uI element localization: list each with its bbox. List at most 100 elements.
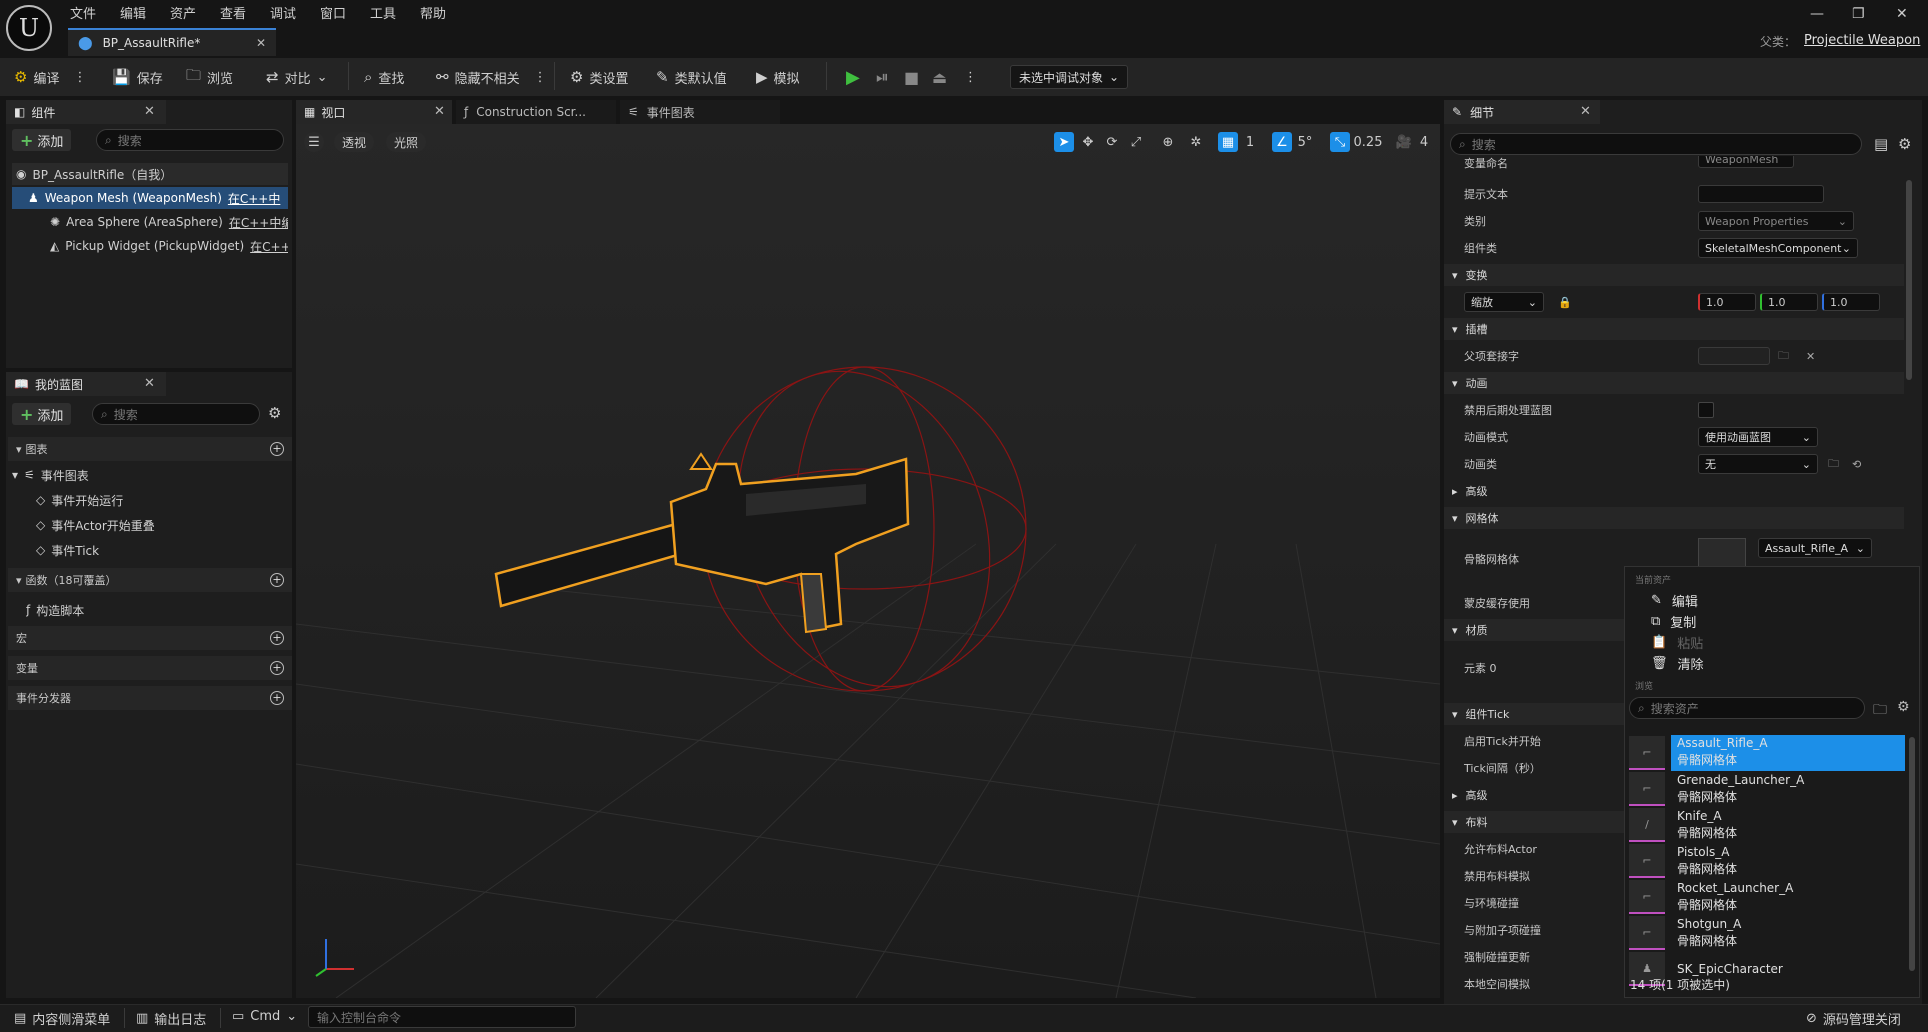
class-settings-button[interactable]: ⚙ 类设置 [570,66,628,88]
menu-debug[interactable]: 调试 [270,3,296,22]
lighting-button[interactable]: 光照 [386,132,427,152]
angle-snap-icon[interactable]: ∠ [1272,132,1292,152]
eject-button[interactable]: ⏏ [932,66,947,88]
clear-socket-icon[interactable]: ✕ [1806,350,1815,363]
scale-y-field[interactable]: 1.0 [1760,293,1818,311]
browse-class-icon[interactable]: 🗀 [1828,455,1839,474]
event-begin-play-item[interactable]: ◇ 事件开始运行 [36,489,286,511]
play-button[interactable]: ▶ [846,66,860,88]
asset-list-scrollbar[interactable] [1909,737,1915,971]
asset-item[interactable]: ⌐ Shotgun_A 骨骼网格体 [1629,915,1905,951]
class-defaults-button[interactable]: ✎ 类默认值 [656,66,727,88]
hide-unrelated-button[interactable]: ⚯ 隐藏不相关 ⋮ [436,66,547,88]
event-graph-tab[interactable]: ⚟ 事件图表 [620,100,780,124]
find-button[interactable]: ⌕ 查找 [364,66,404,88]
component-root[interactable]: ◉ BP_AssaultRifle（自我） [12,163,288,185]
asset-item[interactable]: ⌐ Assault_Rifle_A 骨骼网格体 [1629,735,1905,771]
component-weapon-mesh[interactable]: ♟ Weapon Mesh (WeaponMesh) 在C++中 [12,187,288,209]
add-function-icon[interactable]: + [270,573,284,587]
close-tab-icon[interactable]: ✕ [256,36,266,50]
construction-script-tab[interactable]: ƒ Construction Scr... [456,100,616,124]
dispatchers-category[interactable]: 事件分发器 + [8,686,292,710]
hide-options-icon[interactable]: ⋮ [534,70,547,85]
add-macro-icon[interactable]: + [270,631,284,645]
components-tab[interactable]: ◧ 组件 [6,100,166,124]
scale-snap-value[interactable]: 0.25 [1352,132,1384,152]
browse-socket-icon[interactable]: 🗀 [1778,347,1789,366]
variables-category[interactable]: 变量 + [8,656,292,680]
parent-class-link[interactable]: Projectile Weapon [1804,33,1920,48]
menu-window[interactable]: 窗口 [320,3,346,22]
viewport-tab[interactable]: ▦ 视口 [296,100,452,124]
scale-icon[interactable]: ⤢ [1126,132,1146,152]
component-area-sphere[interactable]: ✺ Area Sphere (AreaSphere) 在C++中编 [12,211,288,233]
anim-mode-combo[interactable]: 使用动画蓝图 ⌄ [1698,427,1818,447]
asset-item[interactable]: / Knife_A 骨骼网格体 [1629,807,1905,843]
gear-icon[interactable]: ⚙ [1897,699,1910,715]
cmd-dropdown[interactable]: ▭ Cmd ⌄ [232,1009,297,1024]
mesh-section[interactable]: ▾ 网格体 [1444,507,1904,529]
component-pickup-widget[interactable]: ◭ Pickup Widget (PickupWidget) 在C++ [12,235,288,257]
diff-button[interactable]: ⇄ 对比 ⌄ [266,66,328,88]
close-window-button[interactable]: ✕ [1896,6,1908,22]
source-control-button[interactable]: ⊘ 源码管理关闭 [1806,1009,1901,1028]
edit-asset-item[interactable]: ✎ 编辑 [1651,591,1698,610]
scale-mode-combo[interactable]: 缩放 ⌄ [1464,292,1544,312]
macros-category[interactable]: 宏 + [8,626,292,650]
viewport-canvas[interactable] [296,124,1440,998]
angle-snap-value[interactable]: 5° [1294,132,1316,152]
document-tab[interactable]: ⬤ BP_AssaultRifle* ✕ [68,28,276,56]
lock-icon[interactable]: 🔒 [1558,296,1572,309]
add-dispatcher-icon[interactable]: + [270,691,284,705]
add-graph-icon[interactable]: + [270,442,284,456]
close-viewport-icon[interactable]: ✕ [434,104,445,119]
functions-category[interactable]: ▾ 函数（18可覆盖） + [8,568,292,592]
menu-edit[interactable]: 编辑 [120,3,146,22]
components-search-input[interactable]: ⌕ 搜索 [96,129,284,151]
play-options-button[interactable]: ⋮ [964,66,977,88]
scale-x-field[interactable]: 1.0 [1698,293,1756,311]
perspective-button[interactable]: 透视 [334,132,375,152]
compile-options-icon[interactable]: ⋮ [73,70,86,85]
grid-snap-value[interactable]: 1 [1240,132,1260,152]
output-log-button[interactable]: ▥ 输出日志 [136,1009,206,1028]
gear-icon[interactable]: ⚙ [268,404,281,422]
var-name-field[interactable]: WeaponMesh [1698,156,1794,168]
menu-tools[interactable]: 工具 [370,3,396,22]
gear-icon[interactable]: ⚙ [1898,135,1911,153]
asset-item[interactable]: ⌐ Pistols_A 骨骼网格体 [1629,843,1905,879]
reset-icon[interactable]: ⟲ [1852,458,1861,471]
translate-icon[interactable]: ✥ [1078,132,1098,152]
anim-class-combo[interactable]: 无 ⌄ [1698,454,1818,474]
event-tick-item[interactable]: ◇ 事件Tick [36,539,286,561]
event-graph-item[interactable]: ▾ ⚟ 事件图表 [12,464,288,486]
menu-help[interactable]: 帮助 [420,3,446,22]
details-tab[interactable]: ✎ 细节 [1444,100,1600,124]
asset-search-input[interactable]: ⌕ 搜索资产 [1629,697,1865,719]
component-class-combo[interactable]: SkeletalMeshComponent ⌄ [1698,238,1858,258]
menu-asset[interactable]: 资产 [170,3,196,22]
rotate-icon[interactable]: ⟳ [1102,132,1122,152]
transform-section[interactable]: ▾ 变换 [1444,264,1904,286]
browse-button[interactable]: 🗀 浏览 [186,66,233,88]
close-components-icon[interactable]: ✕ [144,104,155,119]
add-member-button[interactable]: + 添加 [12,403,72,425]
stop-button[interactable]: ■ [904,66,919,88]
folder-icon[interactable]: 🗀 [1873,699,1887,723]
debug-object-dropdown[interactable]: 未选中调试对象 ⌄ [1010,65,1129,89]
table-view-icon[interactable]: ▤ [1874,135,1888,153]
asset-item[interactable]: ⌐ Rocket_Launcher_A 骨骼网格体 [1629,879,1905,915]
graphs-category[interactable]: ▾ 图表 + [8,437,292,461]
viewport-menu-icon[interactable]: ☰ [304,132,324,152]
my-blueprint-search-input[interactable]: ⌕ 搜索 [92,403,260,425]
world-local-icon[interactable]: ⊕ [1158,132,1178,152]
simulate-button[interactable]: ▶ 模拟 [756,66,800,88]
asset-item[interactable]: ⌐ Grenade_Launcher_A 骨骼网格体 [1629,771,1905,807]
menu-file[interactable]: 文件 [70,3,96,22]
animation-section[interactable]: ▾ 动画 [1444,372,1904,394]
construction-script-item[interactable]: ƒ 构造脚本 [26,599,286,621]
content-drawer-button[interactable]: ▤ 内容侧滑菜单 [14,1009,110,1028]
animation-advanced[interactable]: ▸ 高级 [1444,480,1904,502]
details-search-input[interactable]: ⌕ 搜索 [1450,133,1862,155]
close-my-blueprint-icon[interactable]: ✕ [144,376,155,391]
